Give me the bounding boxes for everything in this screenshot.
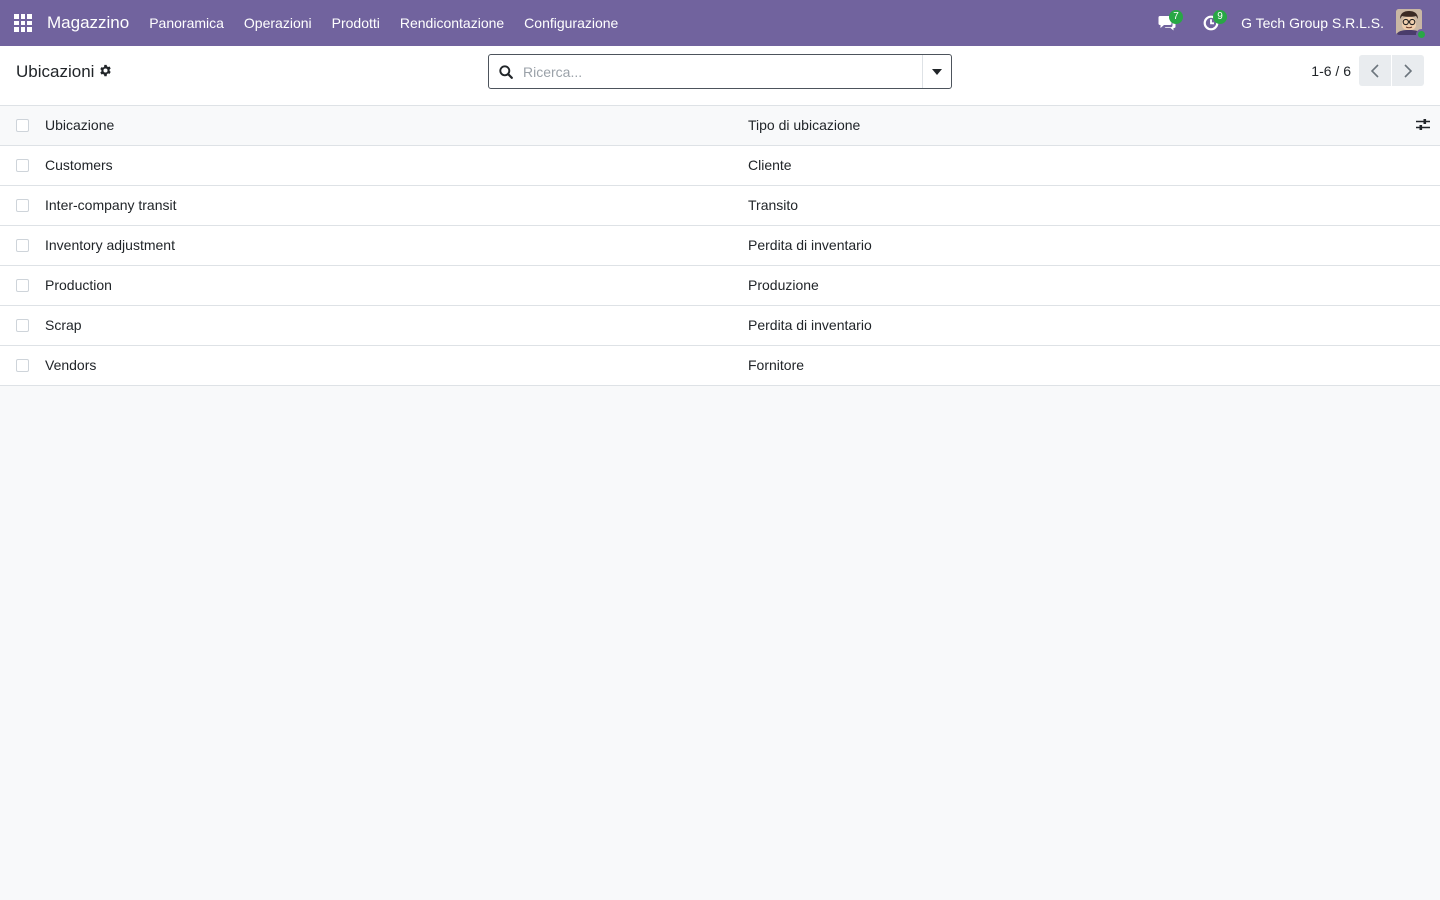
select-all-checkbox[interactable]: [16, 119, 29, 132]
row-checkbox[interactable]: [16, 239, 29, 252]
locations-list: Ubicazione Tipo di ubicazione Customers …: [0, 106, 1440, 386]
column-header-tipo[interactable]: Tipo di ubicazione: [748, 117, 860, 133]
pager-next-button[interactable]: [1392, 55, 1424, 86]
list-header: Ubicazione Tipo di ubicazione: [0, 106, 1440, 146]
company-switcher[interactable]: G Tech Group S.R.L.S.: [1233, 15, 1396, 31]
control-panel: Ubicazioni 1-6 / 6: [0, 46, 1440, 106]
row-checkbox[interactable]: [16, 359, 29, 372]
systray: 7 9 G Tech Group S.R.L.S.: [1145, 0, 1440, 46]
menu-rendicontazione[interactable]: Rendicontazione: [390, 0, 514, 46]
activities-button[interactable]: 9: [1189, 0, 1233, 46]
caret-down-icon: [932, 68, 942, 75]
search-input[interactable]: [523, 55, 922, 88]
table-row[interactable]: Vendors Fornitore: [0, 346, 1440, 386]
menu-configurazione[interactable]: Configurazione: [514, 0, 628, 46]
column-header-ubicazione[interactable]: Ubicazione: [45, 117, 114, 133]
actions-gear-button[interactable]: [99, 64, 112, 80]
apps-grid-icon: [14, 14, 32, 32]
row-checkbox[interactable]: [16, 199, 29, 212]
menu-operazioni[interactable]: Operazioni: [234, 0, 322, 46]
user-menu[interactable]: [1396, 9, 1427, 40]
app-menu-button[interactable]: [0, 0, 46, 46]
location-type: Cliente: [748, 157, 792, 173]
menu-prodotti[interactable]: Prodotti: [322, 0, 390, 46]
table-row[interactable]: Customers Cliente: [0, 146, 1440, 186]
row-checkbox[interactable]: [16, 279, 29, 292]
location-type: Transito: [748, 197, 799, 213]
location-name: Inter-company transit: [45, 197, 177, 213]
pager-value[interactable]: 1-6 / 6: [1311, 63, 1351, 79]
table-row[interactable]: Scrap Perdita di inventario: [0, 306, 1440, 346]
location-type: Perdita di inventario: [748, 237, 872, 253]
location-name: Vendors: [45, 357, 97, 373]
chevron-left-icon: [1371, 63, 1379, 78]
search-bar: [488, 54, 952, 89]
row-checkbox[interactable]: [16, 159, 29, 172]
row-checkbox[interactable]: [16, 319, 29, 332]
pager-previous-button[interactable]: [1359, 55, 1391, 86]
location-type: Produzione: [748, 277, 819, 293]
activities-count-badge: 9: [1213, 10, 1228, 24]
app-name[interactable]: Magazzino: [47, 13, 129, 33]
search-options-toggle[interactable]: [922, 55, 951, 88]
table-row[interactable]: Production Produzione: [0, 266, 1440, 306]
location-type: Perdita di inventario: [748, 317, 872, 333]
optional-columns-toggle[interactable]: [1416, 118, 1430, 134]
messaging-button[interactable]: 7: [1145, 0, 1189, 46]
menu-panoramica[interactable]: Panoramica: [139, 0, 234, 46]
location-name: Customers: [45, 157, 113, 173]
table-row[interactable]: Inventory adjustment Perdita di inventar…: [0, 226, 1440, 266]
location-name: Inventory adjustment: [45, 237, 175, 253]
location-name: Scrap: [45, 317, 82, 333]
pager-buttons: [1359, 55, 1424, 86]
search-icon: [499, 64, 513, 79]
location-type: Fornitore: [748, 357, 805, 373]
search-button[interactable]: [489, 64, 523, 79]
gear-icon: [100, 64, 111, 77]
messages-count-badge: 7: [1169, 10, 1184, 24]
chevron-right-icon: [1404, 63, 1412, 78]
location-name: Production: [45, 277, 112, 293]
sliders-icon: [1416, 119, 1430, 130]
page-title[interactable]: Ubicazioni: [16, 62, 94, 82]
table-row[interactable]: Inter-company transit Transito: [0, 186, 1440, 226]
top-navbar: Magazzino Panoramica Operazioni Prodotti…: [0, 0, 1440, 46]
online-status-dot: [1416, 29, 1427, 40]
